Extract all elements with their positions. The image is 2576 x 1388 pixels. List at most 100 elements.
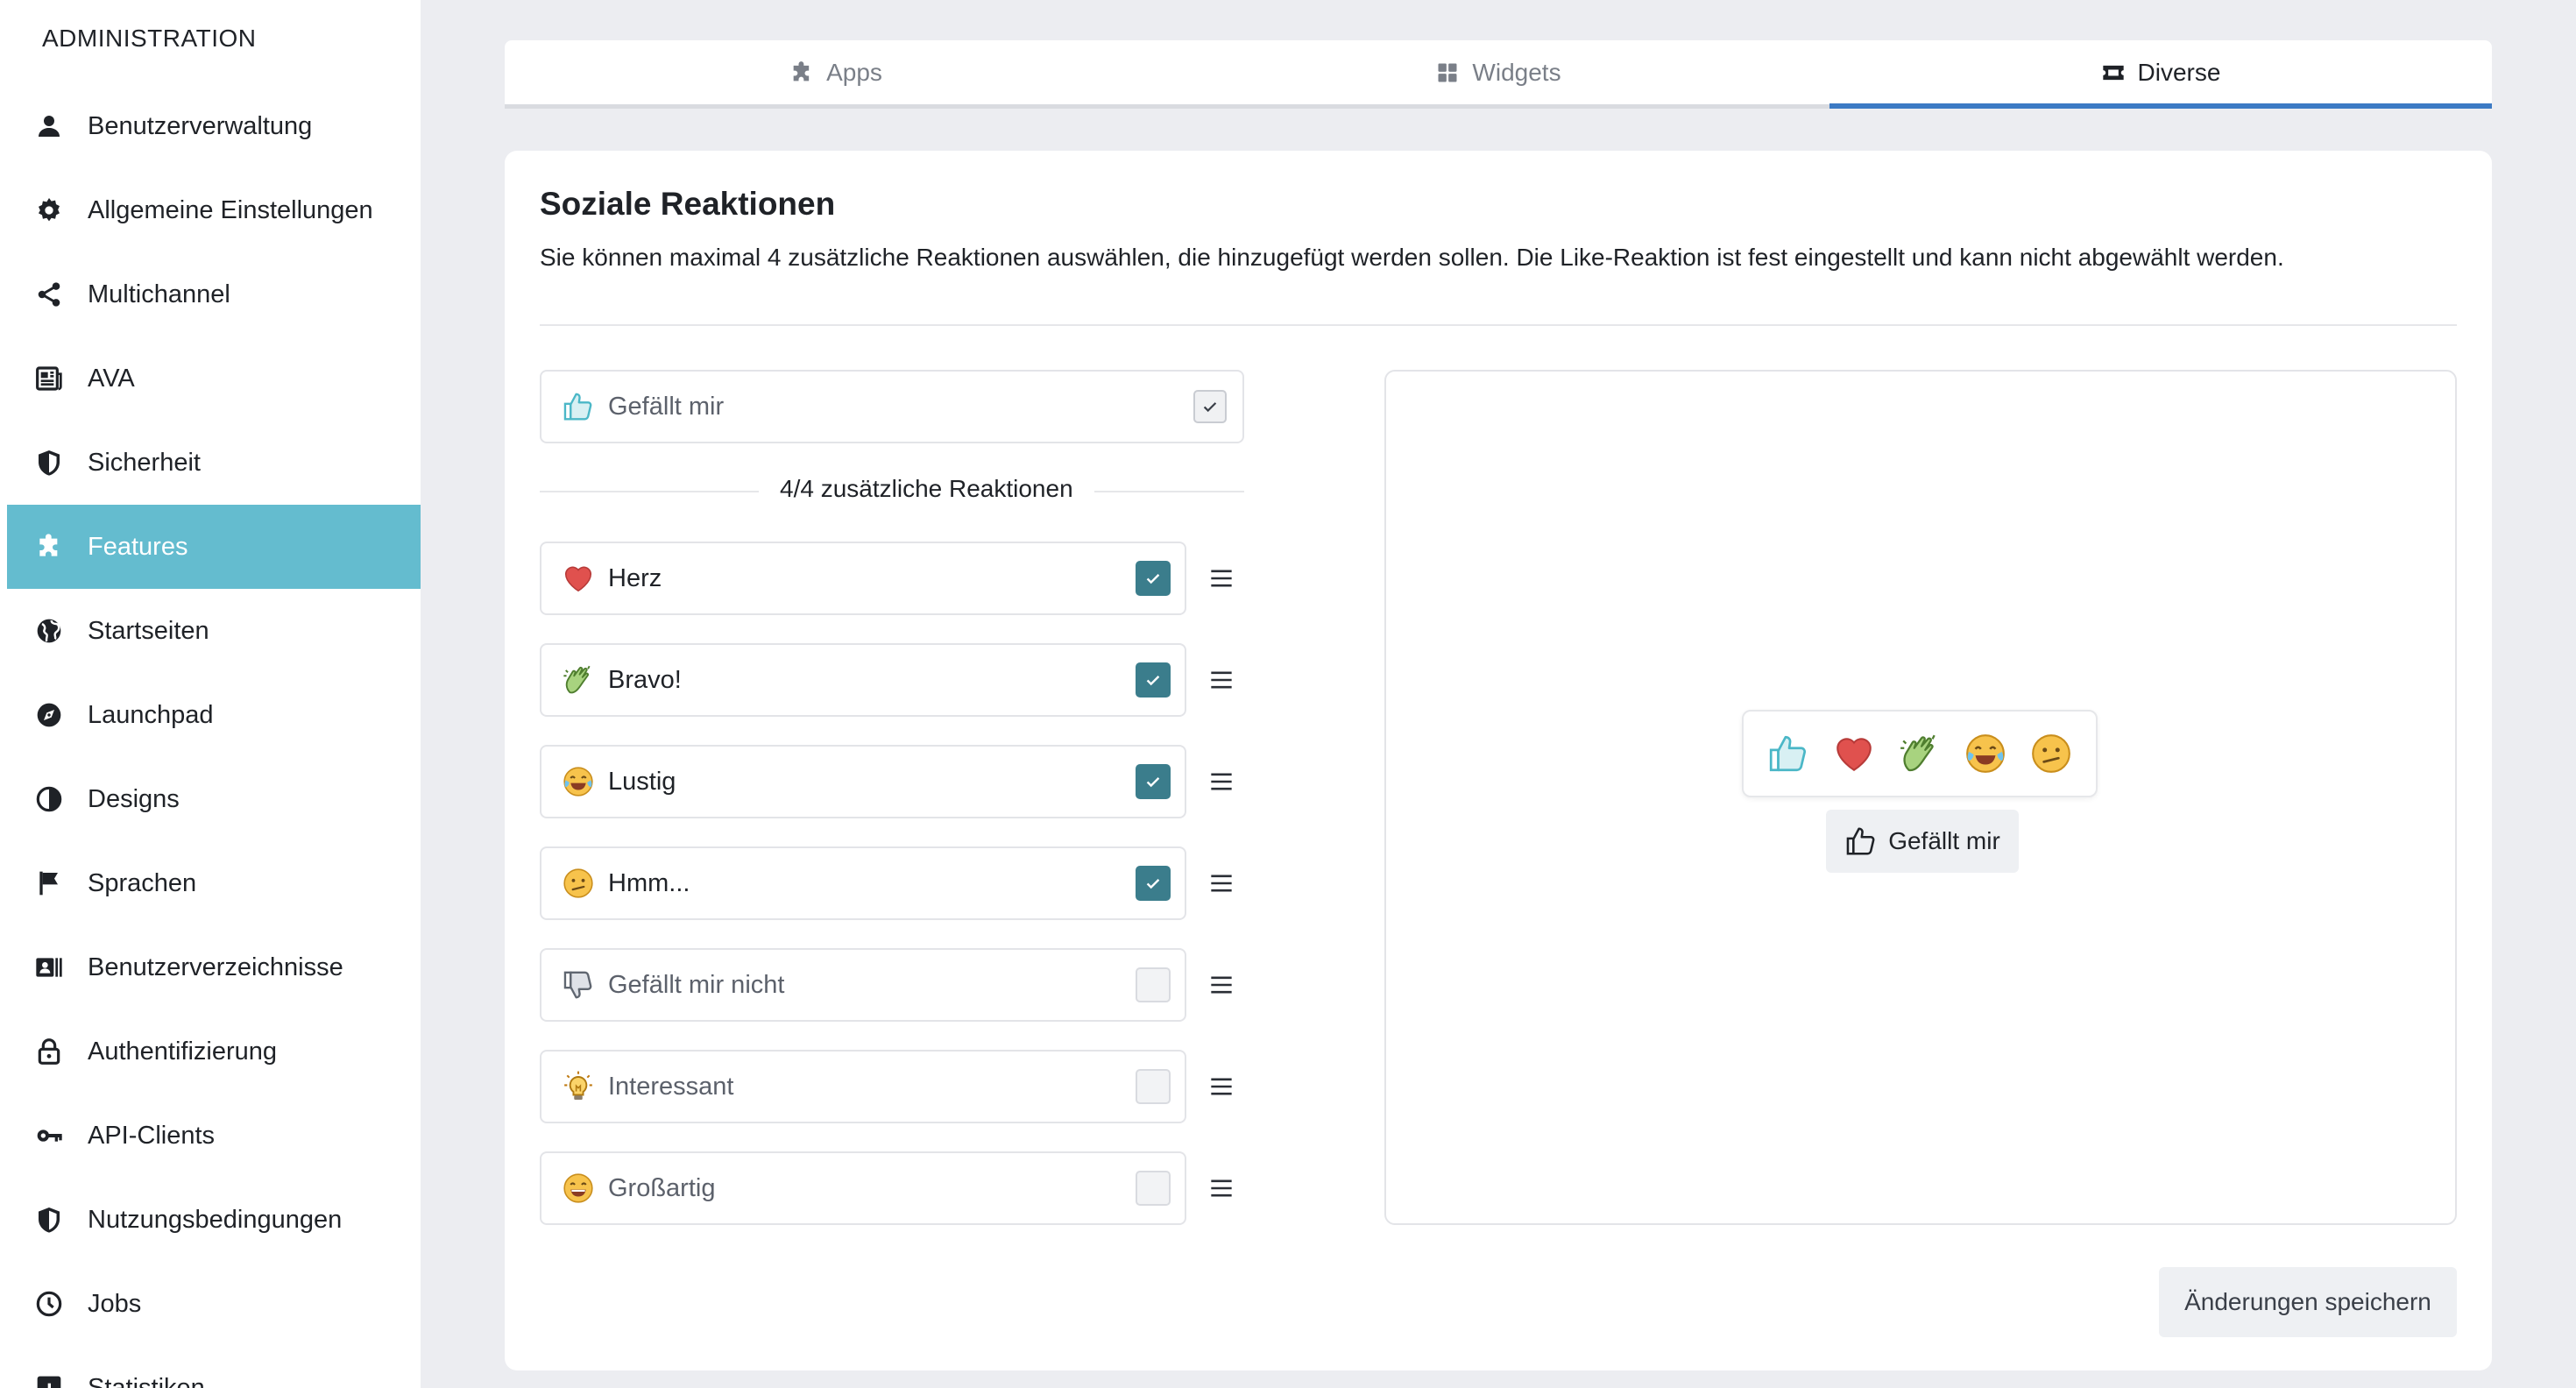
clock-icon: [33, 1288, 65, 1320]
sidebar-item-features[interactable]: Features: [7, 505, 421, 589]
drag-handle-icon[interactable]: [1204, 745, 1239, 818]
reaction-row-hmm: Hmm...: [540, 846, 1186, 920]
thumbs-up-icon[interactable]: [1766, 731, 1811, 776]
sidebar: ADMINISTRATION Benutzerverwaltung Allgem…: [0, 0, 421, 1388]
laughing-face-icon[interactable]: [1963, 731, 2008, 776]
tab-widgets[interactable]: Widgets: [1167, 40, 1829, 104]
sidebar-item-nutzungsbedingungen[interactable]: Nutzungsbedingungen: [7, 1178, 421, 1262]
sidebar-item-api-clients[interactable]: API-Clients: [7, 1094, 421, 1178]
lightbulb-icon: [561, 1069, 596, 1104]
confused-face-icon[interactable]: [2028, 731, 2074, 776]
heart-icon: [561, 561, 596, 596]
social-reactions-card: Soziale Reaktionen Sie können maximal 4 …: [505, 151, 2492, 1370]
reaction-checkbox[interactable]: [1136, 1171, 1171, 1206]
lock-icon: [33, 1036, 65, 1067]
sidebar-item-label: Designs: [88, 784, 180, 813]
tab-label: Diverse: [2137, 58, 2221, 86]
contrast-icon: [33, 783, 65, 815]
sidebar-item-startseiten[interactable]: Startseiten: [7, 589, 421, 673]
reaction-checkbox[interactable]: [1136, 561, 1171, 596]
sidebar-item-label: Sicherheit: [88, 448, 201, 477]
tab-label: Apps: [826, 58, 882, 86]
sidebar-item-sicherheit[interactable]: Sicherheit: [7, 421, 421, 505]
sidebar-item-authentifizierung[interactable]: Authentifizierung: [7, 1009, 421, 1094]
drag-handle-icon[interactable]: [1204, 1151, 1239, 1225]
drag-handle-icon[interactable]: [1204, 643, 1239, 717]
sidebar-item-ava[interactable]: AVA: [7, 336, 421, 421]
sidebar-item-designs[interactable]: Designs: [7, 757, 421, 841]
flag-icon: [33, 868, 65, 899]
sidebar-item-allgemeine-einstellungen[interactable]: Allgemeine Einstellungen: [7, 168, 421, 252]
heart-icon[interactable]: [1831, 731, 1877, 776]
laughing-face-icon: [561, 764, 596, 799]
like-button[interactable]: Gefällt mir: [1826, 810, 2019, 873]
drag-handle-icon[interactable]: [1204, 1050, 1239, 1123]
gear-icon: [33, 195, 65, 226]
chart-icon: [33, 1372, 65, 1388]
divider: [540, 324, 2457, 326]
sidebar-item-jobs[interactable]: Jobs: [7, 1262, 421, 1346]
puzzle-icon: [789, 60, 814, 85]
reaction-row-herz: Herz: [540, 542, 1186, 615]
card-description: Sie können maximal 4 zusätzliche Reaktio…: [540, 244, 2284, 271]
reaction-row-grossartig: Großartig: [540, 1151, 1186, 1225]
sidebar-item-label: Nutzungsbedingungen: [88, 1205, 343, 1234]
shield-icon: [33, 447, 65, 478]
reaction-label: Gefällt mir nicht: [608, 970, 785, 999]
sidebar-item-label: Benutzerverwaltung: [88, 111, 313, 140]
clapping-hands-icon: [561, 662, 596, 698]
reaction-checkbox-disabled: [1193, 390, 1227, 423]
sidebar-item-launchpad[interactable]: Launchpad: [7, 673, 421, 757]
compass-icon: [33, 699, 65, 731]
sidebar-item-label: Benutzerverzeichnisse: [88, 952, 343, 981]
sidebar-item-label: Launchpad: [88, 700, 214, 729]
tab-label: Widgets: [1472, 58, 1561, 86]
confused-face-icon: [561, 866, 596, 901]
reaction-label: Lustig: [608, 767, 676, 796]
reaction-checkbox[interactable]: [1136, 1069, 1171, 1104]
reaction-checkbox[interactable]: [1136, 967, 1171, 1002]
clapping-hands-icon[interactable]: [1897, 731, 1943, 776]
drag-handle-icon[interactable]: [1204, 542, 1239, 615]
reaction-row-lustig: Lustig: [540, 745, 1186, 818]
reaction-label: Herz: [608, 563, 662, 592]
sidebar-item-multichannel[interactable]: Multichannel: [7, 252, 421, 336]
sidebar-item-label: AVA: [88, 364, 135, 393]
thumbs-down-icon: [561, 967, 596, 1002]
reaction-row-bravo: Bravo!: [540, 643, 1186, 717]
reaction-label: Gefällt mir: [608, 392, 725, 421]
drag-handle-icon[interactable]: [1204, 948, 1239, 1022]
reaction-label: Hmm...: [608, 868, 690, 897]
sidebar-item-sprachen[interactable]: Sprachen: [7, 841, 421, 925]
like-button-label: Gefällt mir: [1888, 827, 2000, 854]
reaction-checkbox[interactable]: [1136, 764, 1171, 799]
grid-icon: [1435, 60, 1460, 85]
tab-apps[interactable]: Apps: [505, 40, 1167, 104]
sidebar-item-label: Multichannel: [88, 280, 230, 308]
sidebar-item-label: API-Clients: [88, 1121, 216, 1150]
sidebar-item-label: Features: [88, 532, 188, 561]
sidebar-item-label: Statistiken: [88, 1373, 205, 1388]
sidebar-item-benutzerverwaltung[interactable]: Benutzerverwaltung: [7, 84, 421, 168]
reaction-checkbox[interactable]: [1136, 866, 1171, 901]
newspaper-icon: [33, 363, 65, 394]
save-changes-button[interactable]: Änderungen speichern: [2159, 1267, 2457, 1337]
sidebar-item-label: Startseiten: [88, 616, 209, 645]
sidebar-item-benutzerverzeichnisse[interactable]: Benutzerverzeichnisse: [7, 925, 421, 1009]
drag-handle-icon[interactable]: [1204, 846, 1239, 920]
sidebar-item-label: Jobs: [88, 1289, 142, 1318]
reaction-label: Großartig: [608, 1173, 716, 1202]
ticket-icon: [2101, 60, 2126, 85]
reaction-preview: Gefällt mir: [1384, 370, 2457, 1225]
sidebar-item-statistiken[interactable]: Statistiken: [7, 1346, 421, 1388]
grinning-face-icon: [561, 1171, 596, 1206]
sidebar-heading: ADMINISTRATION: [42, 25, 257, 52]
key-icon: [33, 1120, 65, 1151]
reaction-label: Interessant: [608, 1072, 734, 1101]
reaction-counter: 4/4 zusätzliche Reaktionen: [759, 475, 1094, 503]
reaction-checkbox[interactable]: [1136, 662, 1171, 698]
address-card-icon: [33, 952, 65, 983]
reaction-row-interessant: Interessant: [540, 1050, 1186, 1123]
share-icon: [33, 279, 65, 310]
tab-diverse[interactable]: Diverse: [1829, 40, 2492, 109]
